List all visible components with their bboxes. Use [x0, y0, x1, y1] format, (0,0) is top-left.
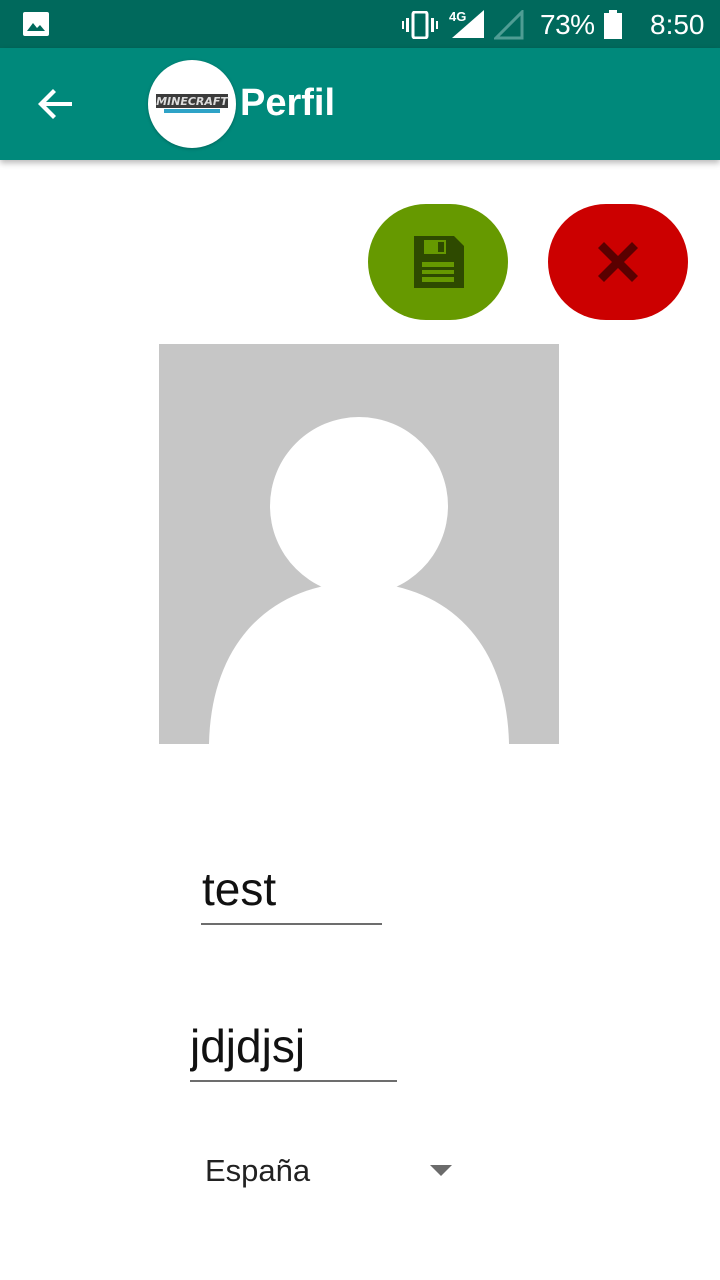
save-button[interactable] — [368, 204, 508, 320]
gallery-icon — [23, 12, 49, 36]
vibrate-icon — [402, 11, 438, 39]
back-button[interactable] — [32, 80, 80, 128]
battery-percent: 73% — [540, 9, 595, 40]
page-title: Perfil — [240, 82, 336, 124]
floppy-disk-icon — [414, 236, 464, 288]
name-field-underline — [201, 923, 382, 925]
app-logo: MINECRAFT — [148, 60, 236, 148]
profile-photo[interactable] — [159, 344, 559, 744]
country-select[interactable]: España — [190, 1142, 466, 1202]
dropdown-arrow-icon — [430, 1165, 452, 1176]
close-icon — [598, 242, 638, 282]
arrow-back-icon — [38, 89, 72, 119]
app-bar: MINECRAFT Perfil — [0, 48, 720, 160]
cancel-button[interactable] — [548, 204, 688, 320]
default-avatar-icon — [209, 417, 509, 744]
status-bar: 4G 73% 8:50 — [0, 0, 720, 48]
surname-field-underline — [190, 1080, 397, 1082]
surname-field[interactable] — [190, 1017, 396, 1075]
logo-text: MINECRAFT — [156, 95, 229, 108]
country-selected-value: España — [205, 1153, 311, 1188]
signal-empty-icon — [494, 10, 524, 40]
battery-icon — [604, 10, 622, 39]
clock-time: 8:50 — [650, 9, 705, 40]
name-field[interactable] — [202, 860, 382, 918]
signal-icon — [452, 10, 484, 38]
